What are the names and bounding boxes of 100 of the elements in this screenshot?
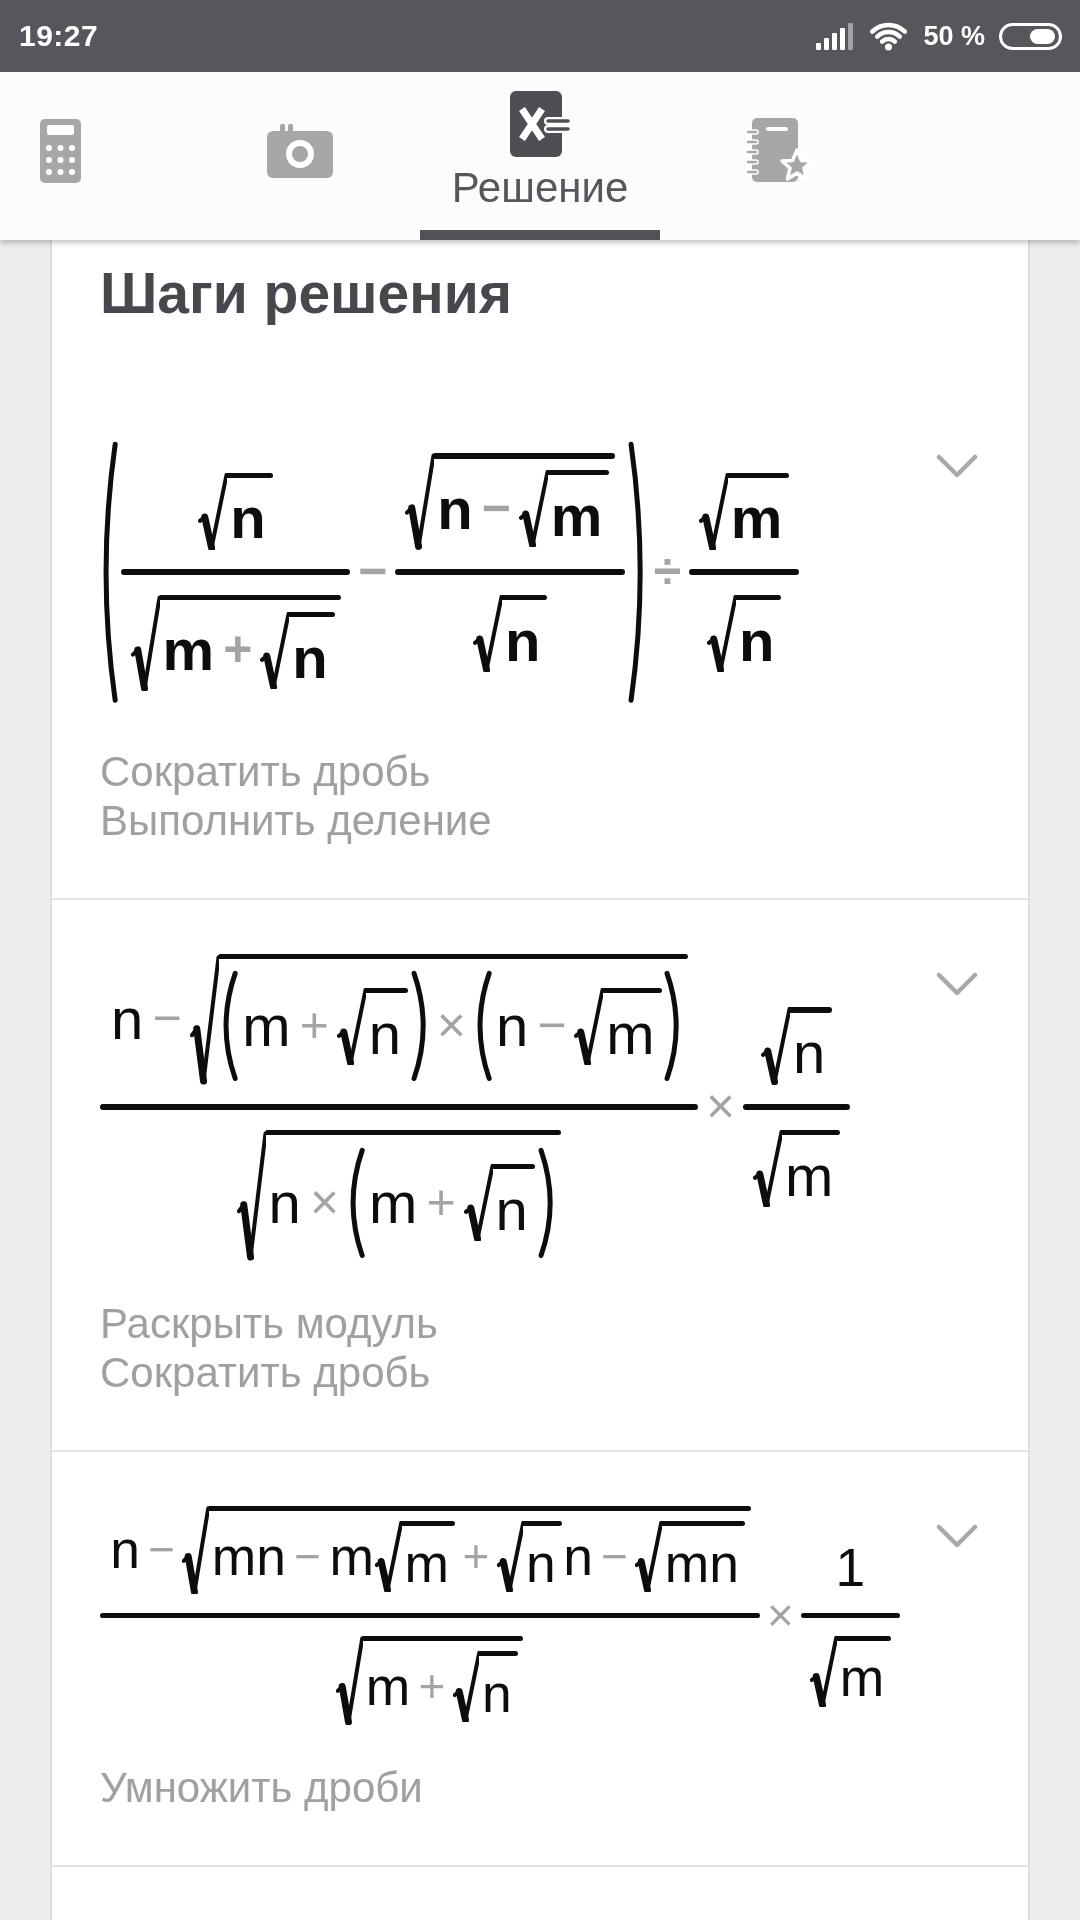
radical-sign-icon bbox=[753, 1129, 782, 1207]
math-variable: m bbox=[364, 1660, 412, 1714]
math-variable: n bbox=[494, 1180, 529, 1239]
radical-sign-icon bbox=[707, 594, 737, 672]
right-parenthesis-icon bbox=[410, 970, 428, 1083]
radical-sign-icon bbox=[473, 594, 503, 672]
math-operator: − bbox=[481, 479, 511, 538]
math-operator: × bbox=[706, 1078, 736, 1137]
left-parenthesis-icon bbox=[475, 970, 492, 1083]
math-variable: n bbox=[503, 611, 542, 670]
math-variable: m bbox=[368, 1173, 419, 1232]
radical-sign-icon bbox=[182, 1505, 210, 1595]
step-description: Умножить дроби bbox=[100, 1762, 424, 1812]
left-parenthesis-icon bbox=[348, 1146, 366, 1259]
section-title: Шаги решения bbox=[99, 260, 514, 325]
radical-sign-icon bbox=[452, 1651, 480, 1723]
step-description: Выполнить деление bbox=[100, 795, 493, 845]
math-variable: m bbox=[161, 621, 216, 680]
math-variable: n bbox=[229, 489, 267, 548]
chevron-down-icon[interactable] bbox=[936, 1523, 978, 1548]
math-variable: m bbox=[605, 1004, 656, 1063]
math-operator: + bbox=[426, 1173, 456, 1232]
radical-sign-icon bbox=[635, 1521, 663, 1593]
math-variable: n bbox=[367, 1004, 402, 1063]
status-time: 19:27 bbox=[19, 19, 99, 53]
math-variable: m bbox=[241, 997, 292, 1056]
right-parenthesis-icon bbox=[664, 970, 681, 1083]
math-operator: ÷ bbox=[653, 543, 682, 602]
radical-overline bbox=[401, 1521, 456, 1527]
step-description: Раскрыть модуль bbox=[100, 1298, 439, 1348]
math-operator: × bbox=[436, 997, 466, 1056]
radical-sign-icon bbox=[336, 987, 366, 1065]
math-variable: n bbox=[791, 1024, 827, 1083]
radical-sign-icon bbox=[810, 1636, 837, 1707]
radical-sign-icon bbox=[336, 1636, 363, 1725]
left-parenthesis-icon bbox=[222, 970, 239, 1083]
math-number: 1 bbox=[834, 1541, 867, 1595]
math-variable: n bbox=[562, 1530, 594, 1584]
step-description: Сократить дробь bbox=[100, 746, 432, 796]
math-operator: − bbox=[148, 1523, 176, 1577]
math-variable: mn bbox=[663, 1536, 740, 1591]
math-variable: n bbox=[267, 1173, 302, 1232]
radical-sign-icon bbox=[198, 472, 228, 550]
radical-sign-icon bbox=[496, 1521, 524, 1593]
formula-icon bbox=[510, 91, 570, 157]
math-variable: m bbox=[729, 489, 784, 548]
math-variable: n bbox=[110, 990, 145, 1049]
battery-icon bbox=[999, 22, 1062, 50]
radical-overline bbox=[523, 1521, 563, 1527]
math-variable: n bbox=[436, 479, 474, 538]
math-variable: m bbox=[549, 487, 604, 545]
radical-overline bbox=[736, 594, 782, 601]
radical-sign-icon bbox=[761, 1007, 791, 1085]
math-operator: + bbox=[299, 997, 329, 1056]
signal-icon bbox=[816, 22, 855, 50]
radical-overline bbox=[502, 594, 548, 601]
radical-overline bbox=[547, 470, 610, 476]
math-variable: m bbox=[783, 1146, 835, 1205]
radical-sign-icon bbox=[260, 611, 290, 689]
radical-sign-icon bbox=[698, 472, 728, 550]
radical-overline bbox=[479, 1651, 519, 1657]
math-variable: n bbox=[494, 997, 530, 1056]
camera-icon bbox=[267, 124, 333, 178]
math-variable: n bbox=[737, 611, 776, 670]
math-variable: mn bbox=[210, 1530, 287, 1584]
radical-sign-icon bbox=[518, 470, 548, 548]
math-operator: − bbox=[601, 1530, 629, 1584]
battery-percentage: 50 % bbox=[923, 20, 985, 52]
math-operator: − bbox=[358, 543, 388, 602]
chevron-down-icon[interactable] bbox=[936, 971, 978, 996]
radical-overline bbox=[782, 1129, 841, 1135]
radical-overline bbox=[289, 611, 335, 617]
radical-overline bbox=[227, 472, 273, 478]
right-parenthesis-icon bbox=[537, 1146, 554, 1259]
radical-sign-icon bbox=[189, 953, 219, 1085]
wifi-icon bbox=[868, 21, 910, 51]
math-variable: n bbox=[525, 1536, 557, 1591]
radical-overline bbox=[790, 1007, 833, 1013]
math-operator: + bbox=[462, 1530, 490, 1584]
radical-sign-icon bbox=[463, 1164, 493, 1242]
radical-sign-icon bbox=[375, 1521, 402, 1593]
radical-overline bbox=[492, 1164, 535, 1170]
math-operator: − bbox=[294, 1530, 322, 1584]
calculator-icon bbox=[39, 119, 81, 183]
radical-sign-icon bbox=[574, 987, 604, 1065]
chevron-down-icon[interactable] bbox=[936, 454, 978, 478]
math-variable: n bbox=[109, 1523, 141, 1577]
math-operator: × bbox=[309, 1173, 340, 1232]
math-variable: n bbox=[291, 628, 329, 687]
math-variable: m bbox=[403, 1536, 450, 1591]
math-variable: n bbox=[481, 1666, 513, 1721]
radical-overline bbox=[603, 987, 662, 993]
radical-sign-icon bbox=[130, 594, 160, 692]
radical-sign-icon bbox=[405, 453, 435, 550]
math-variable: m bbox=[328, 1530, 375, 1584]
radical-sign-icon bbox=[236, 1129, 266, 1261]
math-operator: + bbox=[418, 1660, 446, 1714]
radical-overline bbox=[837, 1636, 891, 1641]
math-operator: × bbox=[767, 1588, 794, 1642]
math-operator: + bbox=[223, 621, 253, 680]
